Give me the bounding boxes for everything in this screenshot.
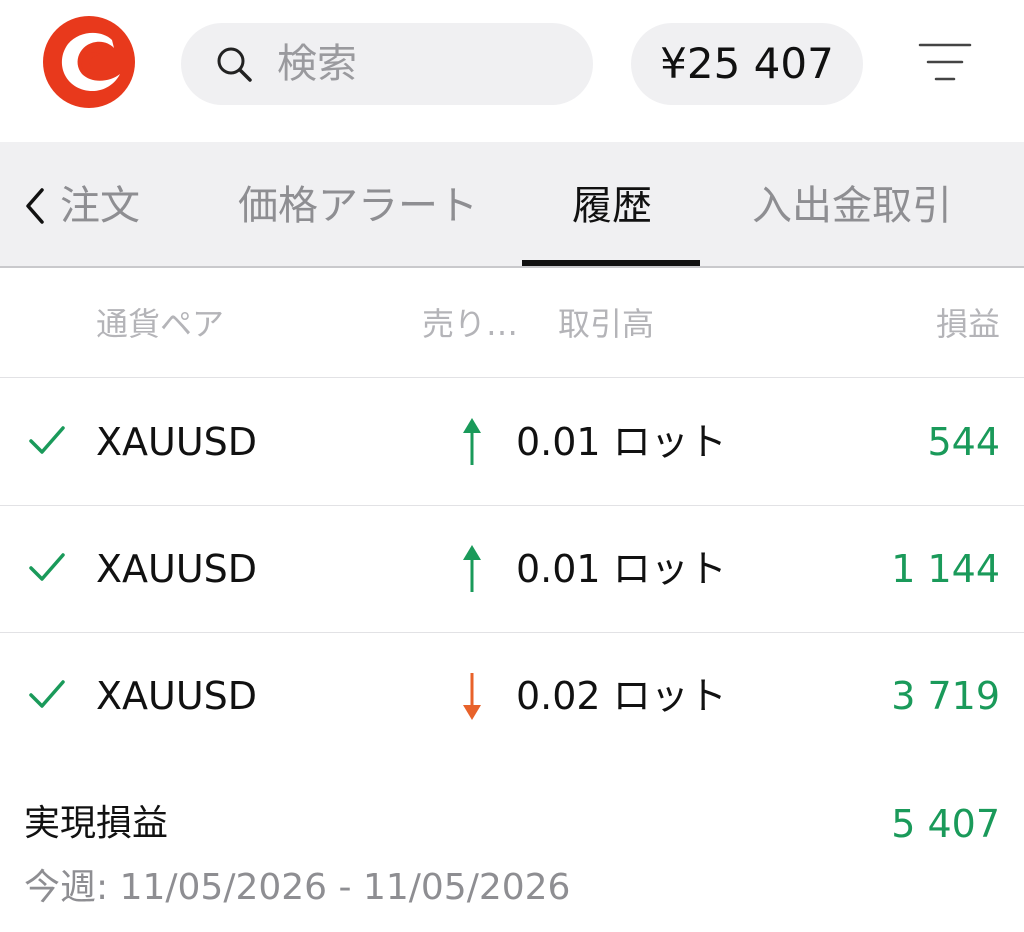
search-placeholder: 検索 — [277, 41, 357, 87]
tab-price-alerts[interactable]: 価格アラート — [238, 182, 478, 230]
table-header: 通貨ペア 売り… 取引高 損益 — [0, 268, 1024, 378]
volume: 0.02 ロット — [516, 674, 727, 718]
pnl-value: 3 719 — [891, 674, 1000, 718]
column-header-volume[interactable]: 取引高 — [558, 304, 654, 344]
check-icon — [29, 680, 65, 708]
symbol: XAUUSD — [96, 674, 258, 718]
realized-pnl-value: 5 407 — [891, 802, 1000, 846]
up-arrow-icon — [463, 545, 481, 592]
brand-logo-icon[interactable] — [40, 14, 138, 110]
tab-deposits-withdrawals[interactable]: 入出金取引 — [752, 182, 952, 230]
pnl-value: 544 — [927, 420, 1000, 464]
active-tab-indicator — [522, 260, 700, 266]
period-range[interactable]: 今週: 11/05/2026 - 11/05/2026 — [24, 866, 570, 910]
balance-button[interactable]: ¥25 407 — [631, 23, 863, 105]
check-icon — [29, 426, 65, 454]
up-arrow-icon — [463, 418, 481, 465]
volume: 0.01 ロット — [516, 547, 727, 591]
symbol: XAUUSD — [96, 420, 258, 464]
volume: 0.01 ロット — [516, 420, 727, 464]
tab-orders[interactable]: 注文 — [60, 182, 140, 230]
realized-pnl-label: 実現損益 — [24, 803, 169, 844]
check-icon — [29, 553, 65, 581]
down-arrow-icon — [463, 673, 481, 720]
search-icon — [217, 47, 252, 82]
pnl-value: 1 144 — [891, 547, 1000, 591]
search-bar[interactable]: 検索 — [181, 23, 593, 105]
top-bar: 検索 ¥25 407 — [0, 0, 1024, 142]
table-row[interactable]: XAUUSD 0.01 ロット 544 — [0, 379, 1024, 506]
symbol: XAUUSD — [96, 547, 258, 591]
column-header-pnl[interactable]: 損益 — [936, 304, 1000, 344]
table-row[interactable]: XAUUSD 0.01 ロット 1 144 — [0, 506, 1024, 633]
column-header-side[interactable]: 売り… — [422, 304, 518, 344]
chevron-left-icon[interactable] — [22, 186, 48, 226]
menu-icon[interactable] — [918, 40, 972, 86]
table-row[interactable]: XAUUSD 0.02 ロット 3 719 — [0, 633, 1024, 760]
tab-bar: 注文 価格アラート 履歴 入出金取引 — [0, 142, 1024, 268]
column-header-pair[interactable]: 通貨ペア — [96, 304, 224, 344]
tab-history[interactable]: 履歴 — [572, 182, 652, 230]
